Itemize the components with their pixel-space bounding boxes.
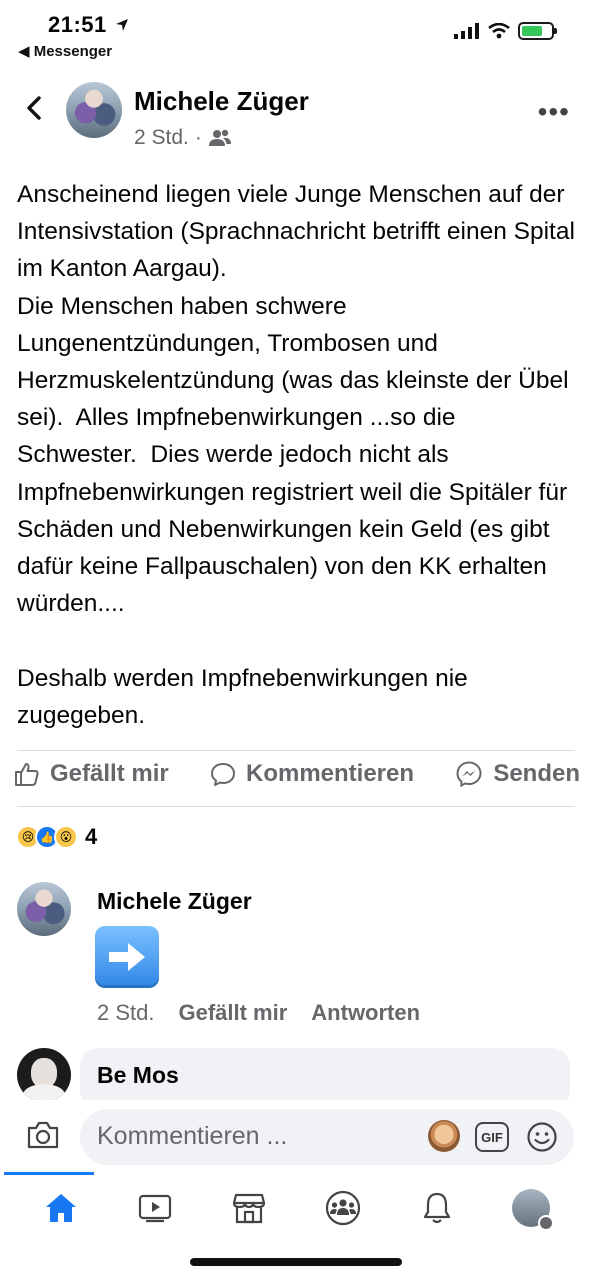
commenter-avatar[interactable] — [17, 882, 71, 936]
bottom-tab-bar — [0, 1176, 592, 1240]
comment-bubble-icon — [210, 763, 235, 786]
like-button[interactable]: Gefällt mir — [14, 760, 169, 788]
meta-separator: · — [194, 126, 202, 149]
like-label: Gefällt mir — [50, 760, 169, 787]
bell-icon — [423, 1192, 451, 1224]
post-time[interactable]: 2 Std. — [134, 126, 189, 150]
divider — [17, 750, 575, 751]
tab-menu[interactable] — [507, 1184, 555, 1232]
home-icon — [46, 1194, 76, 1222]
tab-watch[interactable] — [131, 1184, 179, 1232]
location-arrow-icon — [116, 19, 129, 31]
thumbs-up-icon — [15, 763, 39, 786]
author-avatar[interactable] — [66, 82, 122, 138]
active-tab-indicator — [4, 1172, 94, 1175]
back-app-label: Messenger — [33, 43, 113, 60]
send-button[interactable]: Senden — [455, 760, 580, 788]
status-icons — [454, 22, 557, 40]
send-label: Senden — [493, 760, 580, 787]
post-text: Anscheinend liegen viele Junge Menschen … — [17, 176, 577, 734]
battery-icon — [518, 22, 557, 40]
comment-time: 2 Std. — [97, 1000, 155, 1025]
cellular-signal-icon — [454, 23, 479, 39]
status-time-text: 21:51 — [48, 12, 107, 37]
comment-reply-button[interactable]: Antworten — [311, 1000, 420, 1026]
more-options-icon[interactable]: ••• — [538, 96, 570, 128]
commenter-avatar[interactable] — [17, 1048, 71, 1102]
emoji-smile-icon[interactable] — [526, 1121, 558, 1153]
post-body-text: Anscheinend liegen viele Junge Menschen … — [17, 181, 575, 729]
reactions-summary[interactable]: 😢 👍 😮 4 — [16, 824, 97, 850]
menu-icon — [538, 1215, 554, 1231]
commenter-name[interactable]: Be Mos — [97, 1062, 179, 1089]
comment-button[interactable]: Kommentieren — [210, 760, 414, 788]
tab-home[interactable] — [37, 1184, 85, 1232]
home-indicator — [190, 1258, 402, 1266]
post-meta: 2 Std. · — [134, 126, 232, 150]
friends-audience-icon — [208, 129, 231, 146]
marketplace-shop-icon — [232, 1193, 266, 1224]
gif-button[interactable]: GIF — [475, 1122, 509, 1152]
back-triangle-icon: ◀ — [18, 43, 34, 60]
avatar-sticker-icon[interactable] — [428, 1120, 460, 1152]
divider — [17, 806, 575, 807]
camera-icon[interactable] — [26, 1120, 60, 1150]
video-play-icon — [138, 1194, 172, 1223]
commenter-name[interactable]: Michele Züger — [97, 888, 252, 915]
back-chevron-icon[interactable] — [20, 94, 48, 122]
messenger-icon — [456, 761, 482, 788]
right-arrow-emoji-icon — [95, 926, 159, 988]
comment-meta: 2 Std. Gefällt mir Antworten — [97, 1000, 420, 1026]
tab-marketplace[interactable] — [225, 1184, 273, 1232]
comment-input-placeholder: Kommentieren ... — [97, 1122, 288, 1150]
comment-like-button[interactable]: Gefällt mir — [178, 1000, 287, 1026]
comment-label: Kommentieren — [245, 760, 415, 787]
back-to-app-link[interactable]: ◀ Messenger — [18, 42, 112, 60]
wow-reaction-icon: 😮 — [54, 825, 78, 849]
profile-avatar — [512, 1189, 554, 1231]
tab-notifications[interactable] — [413, 1184, 461, 1232]
wifi-icon — [488, 23, 510, 39]
reaction-count: 4 — [85, 824, 98, 849]
tab-groups[interactable] — [319, 1184, 367, 1232]
author-name[interactable]: Michele Züger — [134, 86, 309, 117]
status-time: 21:51 — [48, 12, 129, 38]
post-actions: Gefällt mir Kommentieren Senden — [14, 760, 580, 788]
groups-icon — [325, 1190, 361, 1226]
